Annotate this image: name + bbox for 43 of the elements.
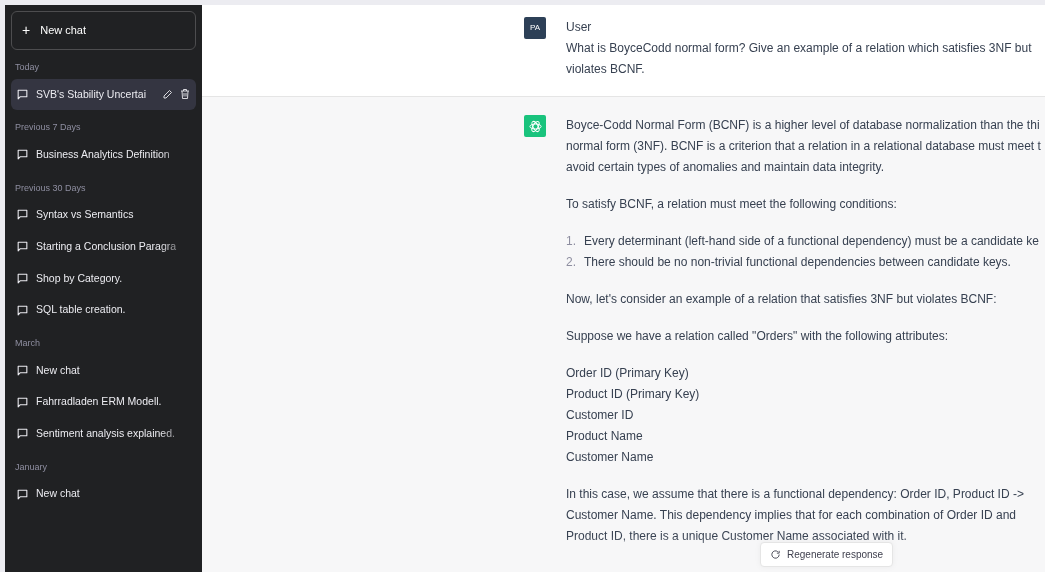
section-label: March — [14, 337, 41, 350]
message-text: Now, let's consider an example of a relation that satisfies 3NF but violates BCNF: — [566, 291, 998, 308]
chat-history-item[interactable]: Business Analytics Definition — [11, 138, 196, 171]
section-label: Previous 7 Days — [14, 121, 82, 135]
chat-bubble-icon — [16, 148, 29, 162]
chat-bubble-icon — [16, 208, 29, 222]
list-number: 1. — [566, 233, 577, 250]
list-item-text: Every determinant (left-hand side of a functional dependency) must be a candidate ke — [584, 233, 1039, 250]
section-label: Today — [14, 61, 41, 74]
chat-bubble-icon — [16, 363, 29, 377]
chat-bubble-icon — [16, 395, 29, 409]
message-text: What is BoyceCodd normal form? Give an example of a relation which satisfies 3NF but violates BCNF. — [566, 40, 1032, 78]
chat-history-item[interactable]: Sentiment analysis explained. — [11, 418, 196, 450]
chat-bubble-icon — [16, 271, 29, 285]
regenerate-button[interactable]: Regenerate response — [760, 542, 894, 567]
message-text: Order ID (Primary Key) Product ID (Primary Key) Customer ID Product Name Customer Name — [566, 365, 701, 466]
trash-icon — [179, 88, 191, 101]
chat-history-item[interactable]: New chat — [11, 478, 196, 510]
chat-history-item[interactable]: Syntax vs Semantics — [11, 199, 196, 231]
chat-bubble-icon — [16, 427, 29, 441]
chat-bubble-icon — [16, 303, 29, 317]
list-number: 2. — [566, 254, 577, 271]
chat-history-item[interactable]: Starting a Conclusion Paragra — [11, 230, 196, 263]
user-avatar: PA — [524, 17, 546, 39]
new-chat-button[interactable]: + New chat — [11, 11, 196, 50]
chat-history-item[interactable]: SVB's Stability Uncertai — [11, 78, 196, 111]
chat-history-item[interactable]: SQL table creation. — [11, 294, 196, 326]
section-label: January — [14, 460, 49, 474]
chat-history-item[interactable]: Shop by Category. — [11, 262, 196, 295]
section-label: Previous 30 Days — [14, 181, 87, 195]
chat-bubble-icon — [16, 487, 29, 501]
chat-history-item[interactable]: New chat — [11, 354, 196, 387]
author-name: User — [566, 19, 593, 36]
message-text: Suppose we have a relation called "Orders" with the following attributes: — [566, 328, 950, 345]
chat-bubble-icon — [16, 240, 29, 254]
edit-icon — [162, 88, 174, 101]
message-text: Boyce-Codd Normal Form (BCNF) is a higher level of database normalization than the thi normal form (3NF). BCNF is a criterion that a relation in a relational database must meet t avoid certain types of anomalies and maintain data integrity. — [566, 117, 1041, 176]
list-item-text: There should be no non-trivial functional dependencies between candidate keys. — [584, 254, 1011, 271]
chat-history-item[interactable]: Fahrradladen ERM Modell. — [11, 386, 196, 418]
message-text: In this case, we assume that there is a functional dependency: Order ID, Product ID -> Customer Name. This dependency implies that for each combination of Order ID and Product ID, there is a unique Customer Name associated with it. — [566, 486, 1025, 545]
message-text: To satisfy BCNF, a relation must meet the following conditions: — [566, 196, 898, 213]
refresh-icon — [770, 549, 781, 560]
chat-bubble-icon — [16, 87, 29, 101]
